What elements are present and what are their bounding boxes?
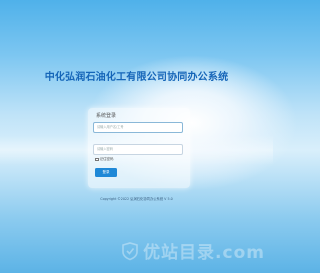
username-input[interactable]: 请输入用户名/工号 (93, 122, 183, 133)
watermark: 优站目录.com (120, 238, 265, 263)
remember-label: 记住密码 (99, 157, 114, 161)
watermark-logo-icon (122, 241, 138, 260)
watermark-text: 优站目录.com (143, 243, 265, 263)
remember-password[interactable]: 记住密码 (95, 157, 114, 162)
password-input[interactable]: 请输入密码 (93, 144, 183, 155)
page-title: 中化弘润石油化工有限公司协同办公系统 (44, 72, 229, 83)
login-panel-title: 系统登录 (96, 113, 117, 119)
login-button[interactable]: 登录 (95, 168, 117, 177)
remember-checkbox[interactable] (95, 157, 99, 162)
copyright-text: Copyright ©2022 弘润石化协同办公系统 V 5.0 (100, 197, 173, 201)
